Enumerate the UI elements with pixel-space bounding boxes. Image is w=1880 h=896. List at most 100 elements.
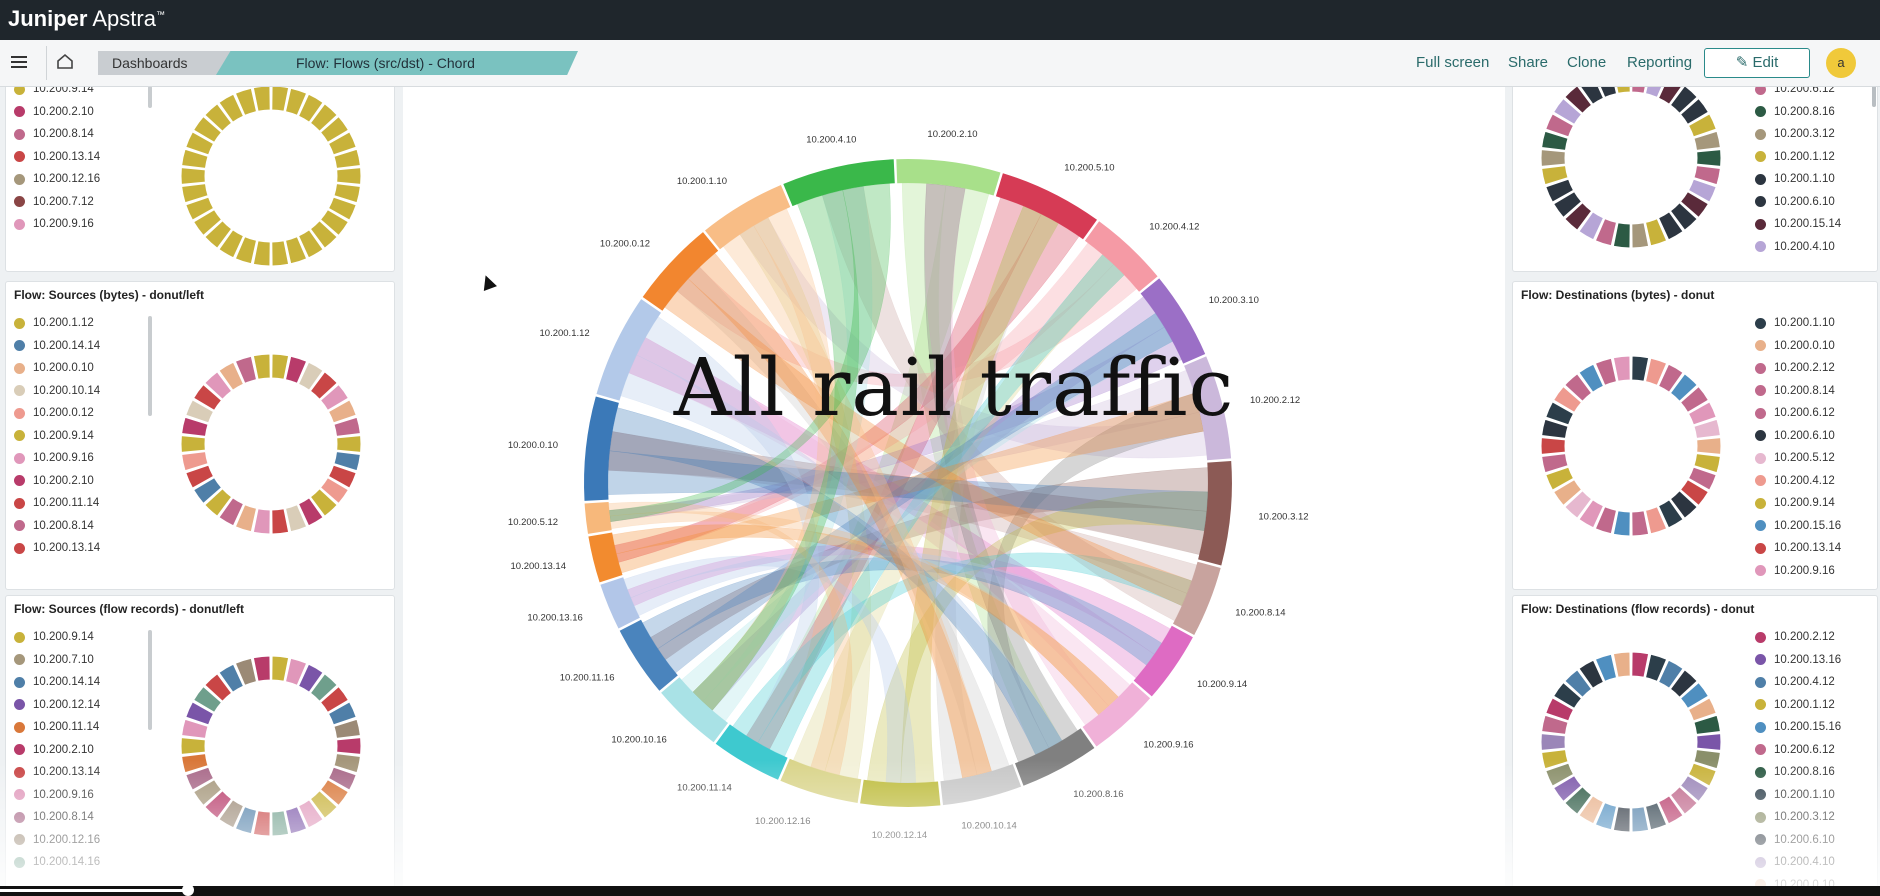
legend-item[interactable]: 10.200.5.12 [1755, 447, 1841, 470]
legend-item[interactable]: 10.200.10.14 [14, 380, 100, 403]
legend-item[interactable]: 10.200.15.16 [1755, 716, 1841, 739]
legend-item[interactable]: 10.200.2.10 [14, 470, 100, 493]
donut-segment[interactable] [336, 167, 362, 185]
legend-item[interactable]: 10.200.9.16 [1755, 560, 1841, 583]
legend-label: 10.200.15.16 [1774, 519, 1842, 532]
legend-item[interactable]: 10.200.2.12 [1755, 357, 1841, 380]
legend-item[interactable]: 10.200.14.14 [14, 335, 100, 358]
share-button[interactable]: Share [1508, 54, 1548, 71]
legend-item[interactable]: 10.200.9.16 [14, 447, 100, 470]
hamburger-menu-icon[interactable] [8, 52, 30, 74]
legend-item[interactable]: 10.200.12.14 [14, 694, 100, 717]
legend-scrollbar[interactable] [148, 630, 152, 730]
donut-segment[interactable] [336, 737, 362, 755]
legend-item[interactable]: 10.200.9.16 [14, 213, 100, 236]
donut-segment[interactable] [1696, 733, 1722, 751]
widget-legend: 10.200.9.14 10.200.2.10 10.200.8.14 10.200.… [14, 87, 100, 236]
donut-segment[interactable] [1696, 437, 1722, 455]
legend-item[interactable]: 10.200.2.10 [14, 101, 100, 124]
legend-item[interactable]: 10.200.0.12 [14, 402, 100, 425]
user-avatar[interactable]: a [1826, 48, 1856, 78]
legend-swatch [14, 362, 25, 374]
widget-title: Flow: Sources (flow records) - donut/lef… [14, 602, 245, 616]
legend-swatch [14, 721, 25, 733]
legend-item[interactable]: 10.200.4.12 [1755, 671, 1841, 694]
legend-item[interactable]: 10.200.1.12 [1755, 146, 1841, 169]
legend-item[interactable]: 10.200.7.12 [14, 191, 100, 214]
legend-item[interactable]: 10.200.2.12 [1755, 626, 1841, 649]
legend-swatch [14, 87, 25, 95]
legend-item[interactable]: 10.200.13.16 [1755, 649, 1841, 672]
legend-item[interactable]: 10.200.3.12 [1755, 123, 1841, 146]
legend-item[interactable]: 10.200.9.14 [14, 425, 100, 448]
legend-item[interactable]: 10.200.8.14 [14, 515, 100, 538]
donut-segment[interactable] [1540, 437, 1566, 455]
legend-item[interactable]: 10.200.14.14 [14, 671, 100, 694]
legend-item[interactable]: 10.200.0.10 [14, 357, 100, 380]
clone-button[interactable]: Clone [1567, 54, 1606, 71]
legend-scrollbar[interactable] [148, 316, 152, 416]
legend-swatch [14, 744, 25, 756]
legend-item[interactable]: 10.200.6.12 [1755, 739, 1841, 762]
donut-segment[interactable] [180, 167, 206, 185]
legend-item[interactable]: 10.200.9.14 [1755, 492, 1841, 515]
legend-item[interactable]: 10.200.1.12 [1755, 694, 1841, 717]
legend-swatch [1755, 542, 1766, 554]
donut-segment[interactable] [180, 435, 206, 453]
chord-node-arc[interactable] [584, 502, 612, 534]
legend-item[interactable]: 10.200.9.14 [14, 87, 100, 101]
legend-item[interactable]: 10.200.6.10 [1755, 191, 1841, 214]
legend-item[interactable]: 10.200.8.14 [14, 123, 100, 146]
chord-node-label: 10.200.13.16 [527, 613, 582, 624]
home-icon[interactable] [54, 52, 76, 74]
reporting-button[interactable]: Reporting [1627, 54, 1692, 71]
donut-segment[interactable] [1540, 733, 1566, 751]
legend-item[interactable]: 10.200.8.14 [1755, 380, 1841, 403]
widget-title: Flow: Destinations (flow records) - donu… [1521, 602, 1755, 616]
donut-segment[interactable] [180, 737, 206, 755]
legend-swatch [14, 452, 25, 464]
video-progress-bar[interactable] [0, 884, 1880, 896]
legend-swatch [1755, 654, 1766, 666]
video-progress-handle[interactable] [182, 884, 194, 896]
edit-button[interactable]: ✎ Edit [1704, 48, 1810, 78]
legend-item[interactable]: 10.200.13.14 [14, 146, 100, 169]
legend-item[interactable]: 10.200.13.14 [14, 537, 100, 560]
legend-label: 10.200.0.12 [33, 407, 94, 420]
legend-swatch [1755, 721, 1766, 733]
breadcrumb-dashboards[interactable]: Dashboards [98, 51, 234, 75]
donut-segment[interactable] [1540, 149, 1566, 167]
legend-item[interactable]: 10.200.7.10 [14, 649, 100, 672]
legend-item[interactable]: 10.200.15.14 [1755, 213, 1841, 236]
legend-item[interactable]: 10.200.1.10 [1755, 168, 1841, 191]
app-logo[interactable]: Juniper Apstra™ [8, 6, 165, 32]
donut-chart [180, 87, 362, 267]
fullscreen-button[interactable]: Full screen [1416, 54, 1489, 71]
legend-item[interactable]: 10.200.2.10 [14, 739, 100, 762]
legend-swatch [14, 497, 25, 509]
legend-swatch [1755, 106, 1766, 118]
legend-label: 10.200.1.10 [1774, 317, 1835, 330]
legend-item[interactable]: 10.200.15.16 [1755, 515, 1841, 538]
legend-swatch [1755, 497, 1766, 509]
legend-item[interactable]: 10.200.0.10 [1755, 335, 1841, 358]
legend-swatch [1755, 196, 1766, 208]
page-scrollbar[interactable] [1872, 87, 1876, 107]
breadcrumb-current-dashboard[interactable]: Flow: Flows (src/dst) - Chord [216, 51, 578, 75]
donut-segment[interactable] [336, 435, 362, 453]
legend-item[interactable]: 10.200.6.10 [1755, 425, 1841, 448]
legend-item[interactable]: 10.200.11.14 [14, 716, 100, 739]
legend-item[interactable]: 10.200.4.10 [1755, 236, 1841, 259]
legend-scrollbar[interactable] [148, 87, 152, 108]
donut-segment[interactable] [1696, 149, 1722, 167]
legend-item[interactable]: 10.200.1.12 [14, 312, 100, 335]
legend-item[interactable]: 10.200.4.12 [1755, 470, 1841, 493]
legend-item[interactable]: 10.200.6.12 [1755, 87, 1841, 101]
legend-item[interactable]: 10.200.12.16 [14, 168, 100, 191]
legend-item[interactable]: 10.200.13.14 [1755, 537, 1841, 560]
legend-item[interactable]: 10.200.9.14 [14, 626, 100, 649]
legend-item[interactable]: 10.200.11.14 [14, 492, 100, 515]
legend-item[interactable]: 10.200.6.12 [1755, 402, 1841, 425]
legend-item[interactable]: 10.200.1.10 [1755, 312, 1841, 335]
legend-item[interactable]: 10.200.8.16 [1755, 101, 1841, 124]
